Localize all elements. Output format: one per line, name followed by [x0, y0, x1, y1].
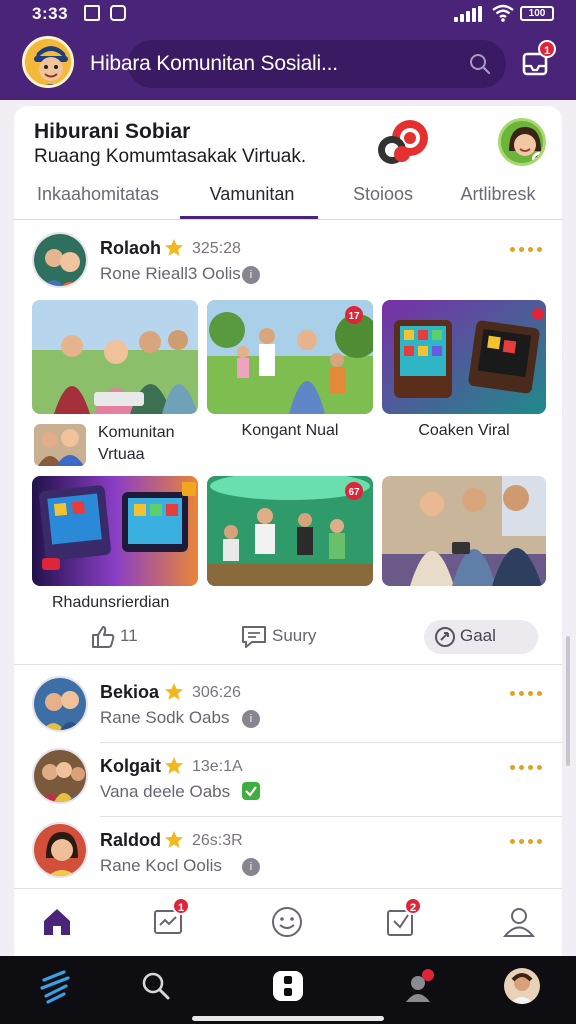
- wifi-icon: [492, 4, 514, 22]
- info-icon: i: [242, 266, 260, 284]
- more-options-icon[interactable]: [510, 762, 542, 772]
- status-time: 3:33: [32, 4, 69, 23]
- app-launcher-icon[interactable]: [38, 968, 74, 1004]
- system-search-icon[interactable]: [138, 968, 174, 1004]
- feed-name-2[interactable]: Kolgait: [100, 756, 161, 777]
- post-image-1[interactable]: [32, 300, 198, 414]
- bottom-nav: 1 2: [14, 888, 562, 956]
- brand-logo-icon: [378, 120, 428, 164]
- tab-bar: Inkaahomitatas Vamunitan Stoioos Artlibr…: [14, 176, 562, 220]
- nav-messages[interactable]: 1: [152, 897, 190, 939]
- feed-avatar-2[interactable]: [32, 748, 88, 804]
- profile-icon[interactable]: [502, 905, 536, 939]
- nav-notifications[interactable]: 2: [384, 897, 422, 939]
- post-meta: Rone Rieall3 Oolis: [100, 264, 241, 283]
- feed-divider: [100, 816, 562, 817]
- post-image-2[interactable]: 17: [207, 300, 373, 414]
- feed-meta-2: Vana deele Oabs: [100, 782, 231, 801]
- page-subtitle: Ruaang Komumtasakak Virtuak.: [34, 146, 307, 167]
- inbox-button[interactable]: 1: [520, 40, 556, 80]
- tile-label-2: Kongant Nual: [241, 422, 339, 439]
- page-title: Hiburani Sobiar: [34, 120, 191, 143]
- tab-community[interactable]: Vamunitan: [190, 184, 314, 205]
- more-options-icon[interactable]: [510, 244, 542, 254]
- star-badge-icon: [165, 683, 183, 700]
- feed-avatar-1[interactable]: [32, 676, 88, 732]
- post-image-3[interactable]: [382, 300, 546, 414]
- system-taskbar: [0, 956, 576, 1024]
- star-badge-icon: [165, 239, 183, 256]
- feed-avatar-3[interactable]: [32, 822, 88, 878]
- community-avatar[interactable]: [498, 118, 546, 166]
- post-image-6[interactable]: [382, 476, 546, 586]
- image-badge-2: 67: [345, 482, 363, 500]
- tab-communities[interactable]: Inkaahomitatas: [36, 184, 160, 205]
- tile-label-4: Rhadunsrierdian: [52, 594, 170, 611]
- feed-name-1[interactable]: Bekioa: [100, 682, 159, 703]
- active-tab-indicator: [180, 216, 318, 219]
- more-options-icon[interactable]: [510, 836, 542, 846]
- feed-name-3[interactable]: Raldod: [100, 830, 161, 851]
- smiley-icon[interactable]: [270, 905, 304, 939]
- feed-meta-1: Rane Sodk Oabs: [100, 708, 230, 727]
- post-actions: 11 Suury Gaal: [14, 614, 562, 660]
- active-app-icon[interactable]: [270, 968, 306, 1004]
- search-icon[interactable]: [468, 52, 492, 76]
- info-icon: i: [242, 858, 260, 876]
- post-author-avatar[interactable]: [32, 232, 88, 288]
- tile-label-3: Coaken Viral: [418, 422, 510, 439]
- post-image-5[interactable]: 67: [207, 476, 373, 586]
- app-header: 3:33 100 Hibara Komunitan Sosiali... 1: [0, 0, 576, 100]
- share-icon: [435, 627, 455, 647]
- comment-icon[interactable]: [240, 624, 268, 650]
- comment-label[interactable]: Suury: [272, 626, 316, 646]
- star-badge-icon: [165, 831, 183, 848]
- signal-icon: [454, 6, 484, 22]
- app-title: Hibara Komunitan Sosiali...: [90, 52, 338, 75]
- star-badge-icon: [165, 757, 183, 774]
- verified-icon: [242, 782, 260, 800]
- feed-time-2: 13e:1A: [192, 758, 243, 775]
- app-notification-icon: [110, 5, 126, 21]
- feed-divider: [100, 742, 562, 743]
- more-options-icon[interactable]: [510, 688, 542, 698]
- main-content-card: Hiburani Sobiar Ruaang Komumtasakak Virt…: [14, 106, 562, 956]
- like-icon[interactable]: [90, 624, 116, 650]
- home-icon[interactable]: [40, 905, 74, 939]
- like-count: 11: [120, 626, 138, 645]
- tile-label-1: Komunitan Vrtuaa: [98, 424, 175, 463]
- post-time: 325:28: [192, 240, 241, 257]
- share-label: Gaal: [460, 626, 496, 645]
- feed-meta-3: Rane Kocl Oolis: [100, 856, 222, 875]
- post-author-name[interactable]: Rolaoh: [100, 238, 161, 259]
- image-badge: 17: [345, 306, 363, 324]
- inbox-badge: 1: [538, 40, 556, 58]
- status-bar: 3:33 100: [0, 0, 576, 30]
- feed-time-3: 26s:3R: [192, 832, 243, 849]
- feed-time-1: 306:26: [192, 684, 241, 701]
- battery-icon: 100: [520, 6, 554, 21]
- people-icon[interactable]: [402, 968, 438, 1004]
- user-avatar-tray[interactable]: [504, 968, 540, 1004]
- info-icon: i: [242, 710, 260, 728]
- messages-badge: 1: [172, 897, 190, 915]
- notification-icon: [84, 5, 100, 21]
- tab-stories[interactable]: Stoioos: [338, 184, 428, 205]
- post-image-4[interactable]: [32, 476, 198, 586]
- tab-articles[interactable]: Artlibresk: [450, 184, 546, 205]
- share-button[interactable]: Gaal: [424, 620, 538, 654]
- post-divider: [14, 664, 562, 665]
- profile-avatar[interactable]: [22, 36, 74, 88]
- home-indicator[interactable]: [192, 1016, 384, 1021]
- scrollbar[interactable]: [566, 636, 570, 766]
- tile-author-avatar: [34, 424, 86, 466]
- notifications-badge: 2: [404, 897, 422, 915]
